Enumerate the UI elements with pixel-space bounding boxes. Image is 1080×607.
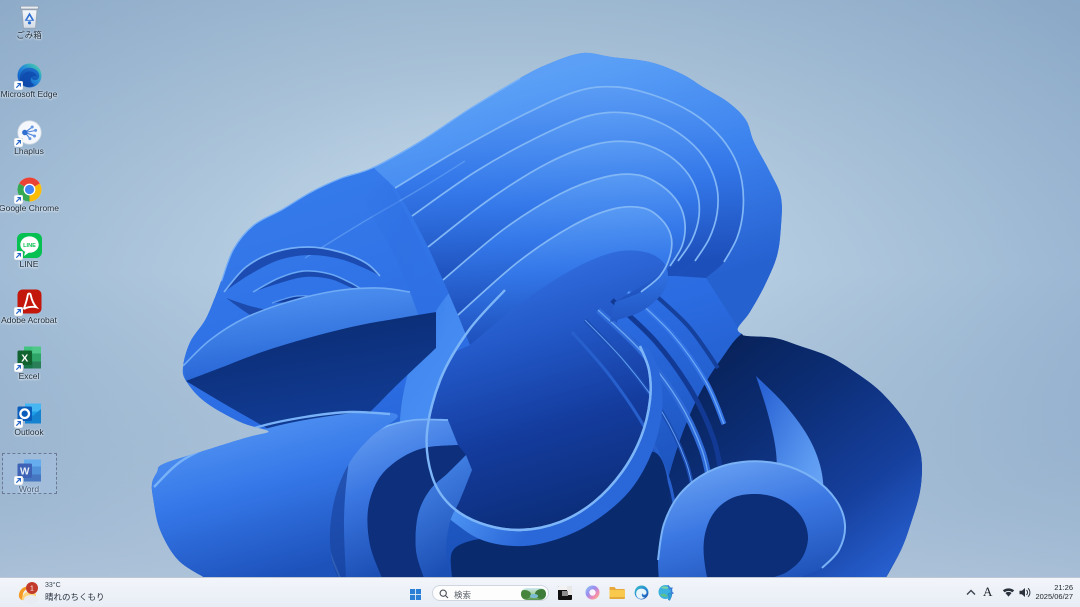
- svg-text:1: 1: [30, 586, 34, 593]
- svg-text:LINE: LINE: [23, 243, 36, 249]
